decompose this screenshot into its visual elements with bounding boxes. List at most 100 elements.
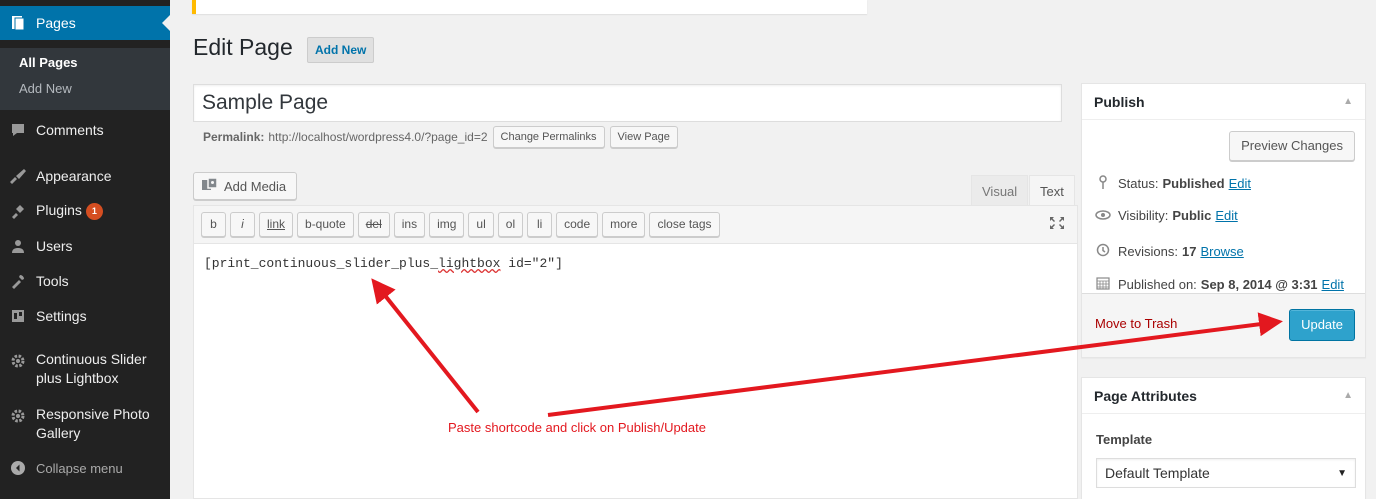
add-media-label: Add Media xyxy=(224,178,287,194)
eye-icon xyxy=(1094,208,1112,223)
menu-pages-label: Pages xyxy=(36,15,76,31)
quicktag-li-button[interactable]: li xyxy=(527,212,553,237)
quicktag-code-button[interactable]: code xyxy=(556,212,599,237)
shortcode-part2: id="2"] xyxy=(500,256,563,271)
menu-settings[interactable]: Settings xyxy=(0,298,170,334)
tab-visual[interactable]: Visual xyxy=(971,175,1029,206)
tab-text[interactable]: Text xyxy=(1029,175,1075,206)
quicktag-more-button[interactable]: more xyxy=(602,212,646,237)
menu-responsive-gallery-label: Responsive Photo Gallery xyxy=(36,405,170,443)
quicktag-img-button[interactable]: img xyxy=(429,212,465,237)
editor-content[interactable]: [print_continuous_slider_plus_lightbox i… xyxy=(204,256,563,271)
plugin-gear-icon xyxy=(0,405,36,424)
fullscreen-icon[interactable] xyxy=(1049,216,1065,233)
quicktag-ins-button[interactable]: ins xyxy=(393,212,426,237)
preview-changes-button[interactable]: Preview Changes xyxy=(1229,131,1355,161)
revisions-clock-icon xyxy=(1094,243,1112,260)
published-value: Sep 8, 2014 @ 3:31 xyxy=(1200,277,1318,292)
revisions-value: 17 xyxy=(1181,244,1197,259)
chevron-down-icon: ▼ xyxy=(1337,467,1347,479)
published-label: Published on: xyxy=(1118,277,1197,292)
menu-tools-label: Tools xyxy=(36,273,69,289)
publish-box: Publish ▲ Preview Changes Status: Publish… xyxy=(1081,83,1366,358)
toggle-arrow-icon[interactable]: ▲ xyxy=(1343,96,1353,107)
menu-plugins[interactable]: Plugins 1 xyxy=(0,193,170,229)
admin-sidebar: Pages All Pages Add New Comments Appeara… xyxy=(0,0,170,499)
quicktag-i-button[interactable]: i xyxy=(230,212,255,237)
revisions-browse-link[interactable]: Browse xyxy=(1200,244,1243,259)
plugins-plug-icon xyxy=(0,203,36,219)
revisions-row: Revisions: 17 Browse xyxy=(1094,243,1244,260)
permalink-url: http://localhost/wordpress4.0/?page_id=2 xyxy=(268,130,488,144)
toggle-arrow-icon[interactable]: ▲ xyxy=(1343,390,1353,401)
quicktag-ul-button[interactable]: ul xyxy=(468,212,494,237)
menu-pages[interactable]: Pages xyxy=(0,6,170,40)
permalink-row: Permalink: http://localhost/wordpress4.0… xyxy=(203,125,678,149)
page-title: Edit Page xyxy=(193,34,293,60)
plugins-text: Plugins xyxy=(36,202,82,218)
menu-comments[interactable]: Comments xyxy=(0,112,170,148)
quicktag-link-button[interactable]: link xyxy=(259,212,294,237)
title-input[interactable] xyxy=(193,84,1062,122)
visibility-edit-link[interactable]: Edit xyxy=(1215,208,1237,223)
quicktag-b-quote-button[interactable]: b-quote xyxy=(297,212,354,237)
quicktag-ol-button[interactable]: ol xyxy=(497,212,524,237)
menu-settings-label: Settings xyxy=(36,308,87,324)
publishing-actions: Move to Trash Update xyxy=(1082,293,1365,357)
menu-appearance[interactable]: Appearance xyxy=(0,158,170,194)
menu-plugins-label: Plugins 1 xyxy=(36,202,170,220)
update-button[interactable]: Update xyxy=(1289,309,1355,341)
plugin-gear-icon xyxy=(0,350,36,369)
status-label: Status: xyxy=(1118,176,1159,191)
quicktag-del-button[interactable]: del xyxy=(357,212,390,237)
shortcode-part1: [print_continuous_slider_plus_ xyxy=(204,256,439,271)
quicktag-b-button[interactable]: b xyxy=(201,212,226,237)
responsive-gallery-line1: Responsive Photo xyxy=(36,406,150,422)
page-attributes-box: Page Attributes ▲ Template Default Templ… xyxy=(1081,377,1366,499)
quicktag-close-tags-button[interactable]: close tags xyxy=(649,212,720,237)
template-selected-value: Default Template xyxy=(1105,465,1210,481)
continuous-slider-line1: Continuous Slider xyxy=(36,351,147,367)
visibility-label: Visibility: xyxy=(1118,208,1169,223)
collapse-menu-label: Collapse menu xyxy=(36,460,123,476)
text-editor[interactable]: b i link b-quote del ins img ul ol li code more clos… xyxy=(193,205,1078,499)
change-permalinks-button[interactable]: Change Permalinks xyxy=(492,126,605,148)
template-select[interactable]: Default Template ▼ xyxy=(1096,458,1356,488)
add-media-button[interactable]: Add Media xyxy=(193,172,298,200)
menu-tools[interactable]: Tools xyxy=(0,263,170,299)
published-on-row: Published on: Sep 8, 2014 @ 3:31 Edit xyxy=(1094,276,1344,293)
published-edit-link[interactable]: Edit xyxy=(1322,277,1344,292)
media-icon xyxy=(202,176,218,195)
menu-users-label: Users xyxy=(36,238,73,254)
status-edit-link[interactable]: Edit xyxy=(1229,176,1251,191)
status-value: Published xyxy=(1162,176,1225,191)
collapse-menu[interactable]: Collapse menu xyxy=(0,450,170,486)
page-attributes-header[interactable]: Page Attributes ▲ xyxy=(1082,378,1365,414)
responsive-gallery-line2: Gallery xyxy=(36,425,81,441)
pages-submenu: All Pages Add New xyxy=(0,48,170,110)
submenu-all-pages[interactable]: All Pages xyxy=(19,55,78,70)
menu-appearance-label: Appearance xyxy=(36,168,112,184)
menu-responsive-gallery[interactable]: Responsive Photo Gallery xyxy=(0,405,170,451)
move-to-trash-link[interactable]: Move to Trash xyxy=(1095,316,1177,331)
comments-icon xyxy=(0,122,36,138)
menu-users[interactable]: Users xyxy=(0,228,170,264)
page-attributes-title: Page Attributes xyxy=(1094,387,1197,404)
view-page-button[interactable]: View Page xyxy=(609,126,678,148)
publish-header[interactable]: Publish ▲ xyxy=(1082,84,1365,120)
visibility-value: Public xyxy=(1172,208,1212,223)
pages-icon xyxy=(0,15,36,31)
template-label: Template xyxy=(1096,432,1153,447)
plugins-update-badge: 1 xyxy=(85,203,103,220)
permalink-label: Permalink: xyxy=(203,130,265,144)
add-new-button[interactable]: Add New xyxy=(307,37,375,63)
continuous-slider-line2: plus Lightbox xyxy=(36,370,119,386)
collapse-arrow-icon xyxy=(0,461,36,475)
submenu-add-new[interactable]: Add New xyxy=(19,81,72,96)
menu-continuous-slider[interactable]: Continuous Slider plus Lightbox xyxy=(0,350,170,396)
revisions-label: Revisions: xyxy=(1118,244,1178,259)
calendar-icon xyxy=(1094,276,1112,293)
visibility-row: Visibility: Public Edit xyxy=(1094,208,1238,223)
settings-icon xyxy=(0,308,36,324)
shortcode-misspelled-word: lightbox xyxy=(438,256,501,271)
